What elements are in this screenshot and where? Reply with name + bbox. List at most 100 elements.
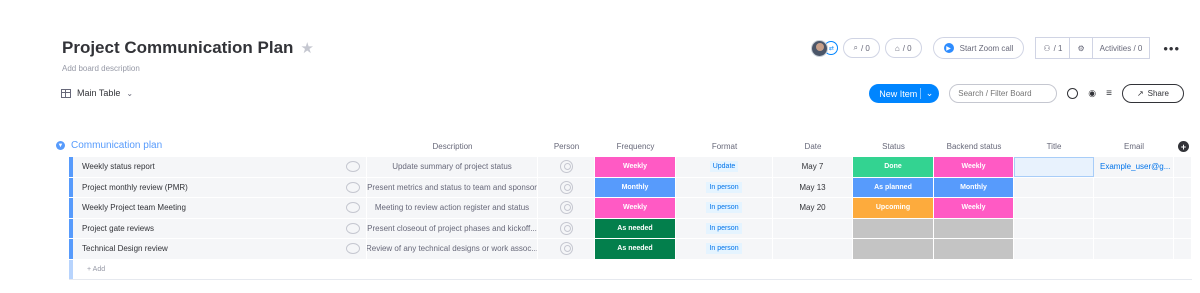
column-header-person[interactable]: Person [538, 142, 595, 151]
inbox-counter[interactable]: ⌂ / 0 [884, 38, 922, 58]
activities-button[interactable]: Activities / 0 [1093, 38, 1150, 58]
person-cell[interactable] [538, 218, 595, 238]
eye-icon[interactable]: ◉ [1088, 88, 1096, 99]
email-cell[interactable] [1094, 198, 1174, 218]
table-row[interactable]: Project monthly review (PMR) Present met… [69, 177, 1192, 198]
status-cell[interactable] [853, 239, 934, 259]
add-item-row[interactable]: + Add [69, 259, 1192, 280]
frequency-cell[interactable]: Weekly [595, 157, 676, 177]
title-cell[interactable] [1014, 157, 1094, 177]
date-cell[interactable] [773, 218, 853, 238]
description-cell[interactable]: Present closeout of project phases and k… [367, 218, 538, 238]
backend-status-cell[interactable]: Monthly [934, 177, 1014, 197]
backend-status-cell[interactable]: Weekly [934, 157, 1014, 177]
members-button[interactable]: ⚇ / 1 [1036, 38, 1071, 58]
table-row[interactable]: Project gate reviews Present closeout of… [69, 218, 1192, 239]
person-cell[interactable] [538, 157, 595, 177]
status-cell[interactable] [853, 218, 934, 238]
frequency-cell[interactable]: Monthly [595, 177, 676, 197]
date-cell[interactable] [773, 239, 853, 259]
frequency-cell[interactable]: Weekly [595, 198, 676, 218]
search-input[interactable] [949, 84, 1058, 103]
backend-status-cell[interactable]: Weekly [934, 198, 1014, 218]
item-name-cell[interactable]: Project monthly review (PMR) [69, 177, 367, 197]
group-header[interactable]: ▼ Communication plan [56, 140, 162, 151]
format-cell[interactable]: In person [676, 239, 773, 259]
board-description[interactable]: Add board description [62, 64, 140, 73]
board-title-text[interactable]: Project Communication Plan [62, 38, 293, 58]
table-row[interactable]: Weekly Project team Meeting Meeting to r… [69, 198, 1192, 219]
comment-icon[interactable] [346, 181, 360, 193]
integrations-button[interactable]: ⚙ [1070, 38, 1093, 58]
format-cell[interactable]: In person [676, 198, 773, 218]
description-cell[interactable]: Review of any technical designs or work … [367, 239, 538, 259]
group-name[interactable]: Communication plan [71, 140, 162, 151]
backend-status-cell[interactable] [934, 218, 1014, 238]
item-name-cell[interactable]: Project gate reviews [69, 218, 367, 238]
table-row[interactable]: Weekly status report Update summary of p… [69, 157, 1192, 178]
column-header-status[interactable]: Status [853, 142, 934, 151]
new-item-button[interactable]: New Item ⌄ [869, 84, 940, 103]
comment-icon[interactable] [346, 202, 360, 214]
date-cell[interactable]: May 13 [773, 177, 853, 197]
avatar[interactable] [811, 39, 829, 57]
item-name[interactable]: Technical Design review [82, 244, 168, 253]
column-header-backend-status[interactable]: Backend status [934, 142, 1014, 151]
description-cell[interactable]: Present metrics and status to team and s… [367, 177, 538, 197]
column-header-date[interactable]: Date [773, 142, 853, 151]
item-name[interactable]: Weekly status report [82, 162, 155, 171]
item-name[interactable]: Project gate reviews [82, 224, 154, 233]
board-title[interactable]: Project Communication Plan ★ [62, 38, 314, 58]
chevron-down-icon[interactable]: ⌄ [919, 88, 933, 99]
main-table-view[interactable]: Main Table ⌄ [61, 88, 133, 98]
table-row[interactable]: Technical Design review Review of any te… [69, 239, 1192, 260]
column-header-description[interactable]: Description [367, 142, 538, 151]
status-cell[interactable]: Upcoming [853, 198, 934, 218]
filter-icon[interactable]: ≡ [1106, 88, 1112, 99]
zoom-call-button[interactable]: ▶ Start Zoom call [932, 37, 1025, 59]
frequency-cell[interactable]: As needed [595, 218, 676, 238]
frequency-cell[interactable]: As needed [595, 239, 676, 259]
column-header-format[interactable]: Format [676, 142, 773, 151]
email-cell[interactable] [1094, 177, 1174, 197]
backend-status-cell[interactable] [934, 239, 1014, 259]
star-icon[interactable]: ★ [300, 39, 313, 57]
more-options-icon[interactable]: ••• [1163, 41, 1180, 56]
format-cell[interactable]: In person [676, 177, 773, 197]
add-column-icon[interactable]: + [1178, 141, 1189, 152]
share-button[interactable]: ↗ Share [1121, 84, 1184, 103]
person-filter-icon[interactable] [1067, 88, 1079, 99]
column-header-frequency[interactable]: Frequency [595, 142, 676, 151]
status-cell[interactable]: Done [853, 157, 934, 177]
comment-icon[interactable] [346, 161, 360, 173]
comment-icon[interactable] [346, 243, 360, 255]
format-cell[interactable]: Update [676, 157, 773, 177]
title-cell[interactable] [1014, 198, 1094, 218]
column-header-email[interactable]: Email [1094, 142, 1174, 151]
chevron-down-icon[interactable]: ▼ [56, 141, 65, 150]
email-cell[interactable] [1094, 218, 1174, 238]
item-name[interactable]: Project monthly review (PMR) [82, 183, 188, 192]
updates-counter[interactable]: ⌕ / 0 [843, 38, 880, 58]
email-cell[interactable]: Example_user@g... [1094, 157, 1174, 177]
item-name-cell[interactable]: Technical Design review [69, 239, 367, 259]
status-cell[interactable]: As planned [853, 177, 934, 197]
item-name-cell[interactable]: Weekly Project team Meeting [69, 198, 367, 218]
title-cell[interactable] [1014, 177, 1094, 197]
item-name-cell[interactable]: Weekly status report [69, 157, 367, 177]
format-cell[interactable]: In person [676, 218, 773, 238]
comment-icon[interactable] [346, 222, 360, 234]
person-cell[interactable] [538, 239, 595, 259]
email-cell[interactable] [1094, 239, 1174, 259]
person-cell[interactable] [538, 177, 595, 197]
date-cell[interactable]: May 20 [773, 198, 853, 218]
item-name[interactable]: Weekly Project team Meeting [82, 203, 186, 212]
add-item-label[interactable]: + Add [87, 266, 105, 273]
person-cell[interactable] [538, 198, 595, 218]
description-cell[interactable]: Meeting to review action register and st… [367, 198, 538, 218]
title-cell[interactable] [1014, 239, 1094, 259]
column-header-title[interactable]: Title [1014, 142, 1094, 151]
description-cell[interactable]: Update summary of project status [367, 157, 538, 177]
date-cell[interactable]: May 7 [773, 157, 853, 177]
title-cell[interactable] [1014, 218, 1094, 238]
